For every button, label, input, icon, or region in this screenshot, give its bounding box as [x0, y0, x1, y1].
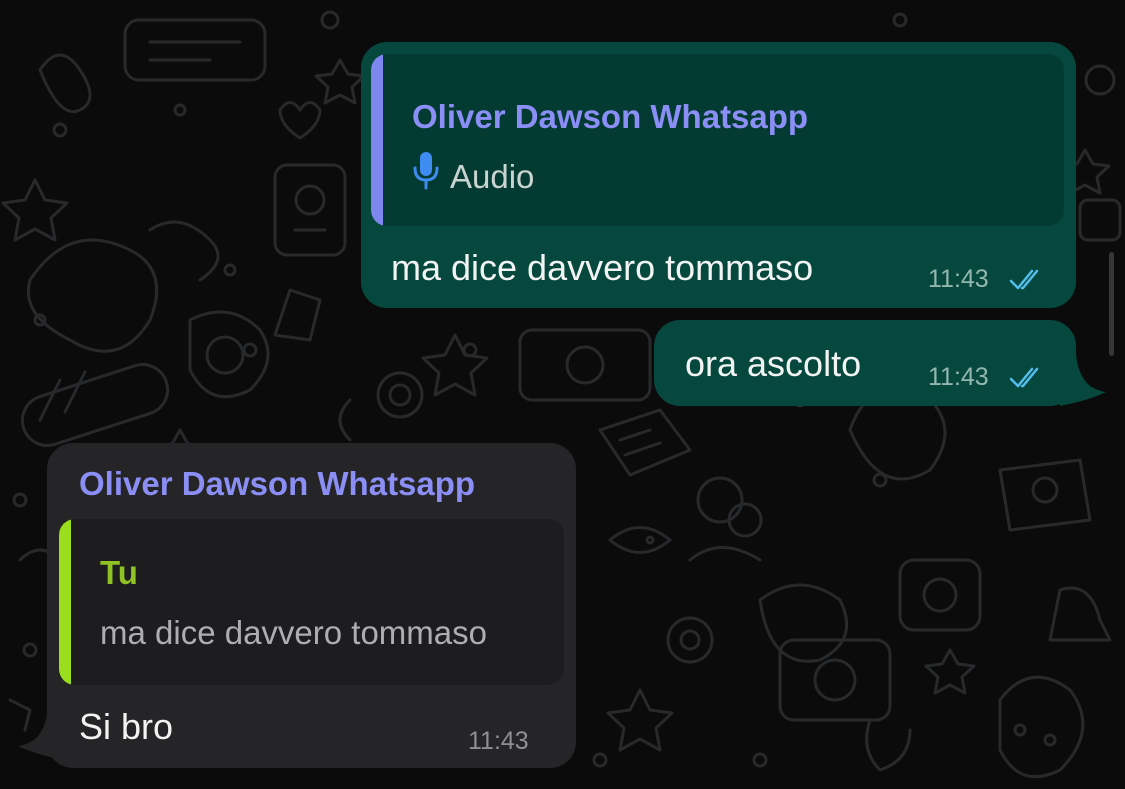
message-time: 11:43: [468, 727, 529, 755]
microphone-icon: [413, 152, 439, 190]
reply-quote[interactable]: Tu ma dice davvero tommaso: [59, 519, 564, 685]
scroll-indicator[interactable]: [1109, 252, 1114, 356]
quote-preview: Audio: [450, 158, 535, 195]
message-bubble-outgoing[interactable]: Oliver Dawson Whatsapp Audio ma dice dav…: [361, 42, 1076, 308]
quote-preview: ma dice davvero tommaso: [100, 614, 487, 651]
quote-author: Tu: [100, 554, 138, 591]
message-bubble-incoming[interactable]: Oliver Dawson Whatsapp Tu ma dice davver…: [47, 443, 576, 768]
message-bubble-outgoing[interactable]: ora ascolto 11:43: [654, 320, 1076, 406]
quote-accent-bar: [59, 519, 71, 685]
quote-accent-bar: [371, 54, 383, 226]
message-text: ora ascolto: [685, 343, 862, 384]
double-check-icon: [1009, 269, 1039, 290]
message-time: 11:43: [928, 363, 989, 391]
quote-author: Oliver Dawson Whatsapp: [412, 98, 809, 135]
message-time: 11:43: [928, 265, 989, 293]
double-check-icon: [1009, 367, 1039, 388]
sender-name[interactable]: Oliver Dawson Whatsapp: [79, 465, 475, 503]
message-text: ma dice davvero tommaso: [391, 247, 814, 288]
message-text: Si bro: [79, 706, 174, 747]
reply-quote[interactable]: Oliver Dawson Whatsapp Audio: [371, 54, 1064, 226]
